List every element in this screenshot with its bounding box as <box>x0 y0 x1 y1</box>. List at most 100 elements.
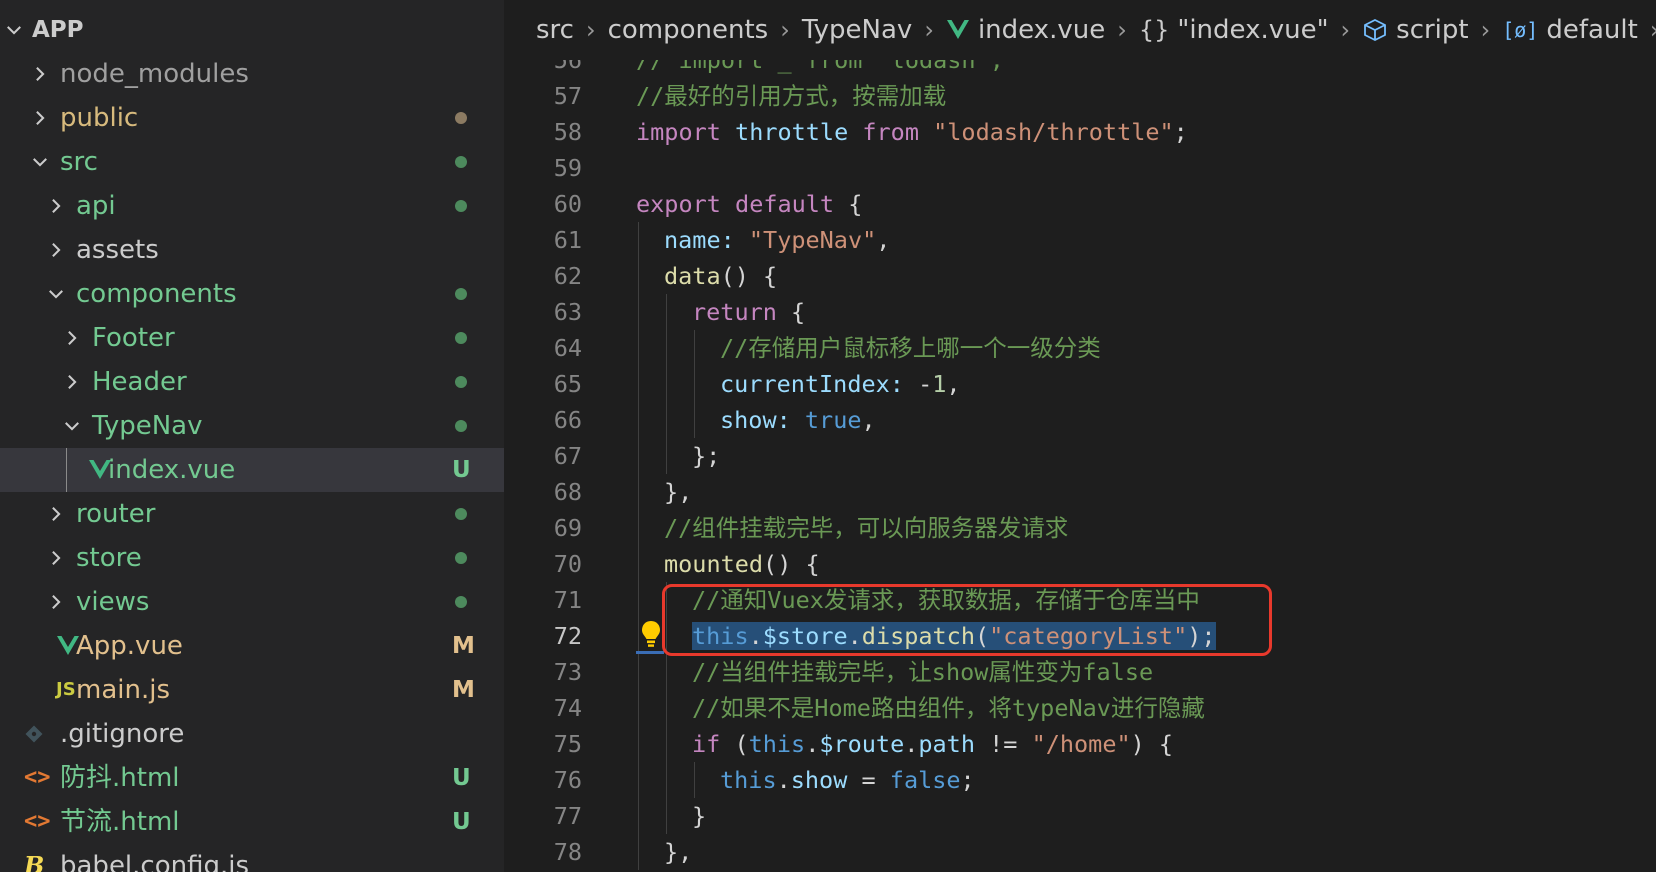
breadcrumb-item-index-vue[interactable]: index.vue <box>978 15 1105 45</box>
git-status-dot <box>455 508 467 520</box>
code-token: from <box>862 118 919 146</box>
explorer-item-header[interactable]: Header <box>0 360 504 404</box>
code-line[interactable]: 70 mounted() { <box>504 546 1656 582</box>
explorer-item-html[interactable]: <> 防抖.html U <box>0 756 504 800</box>
code-line[interactable]: 59 <box>504 150 1656 186</box>
code-editor[interactable]: src › components › TypeNav › index.vue ›{} "inde… <box>504 0 1656 872</box>
red-highlight-box <box>662 584 1272 656</box>
code-line[interactable]: 64 //存储用户鼠标移上哪一个一级分类 <box>504 330 1656 366</box>
explorer-item-router[interactable]: router <box>0 492 504 536</box>
explorer-sidebar: APP node_modulespublic src api assets compon… <box>0 0 504 872</box>
code-line[interactable]: 74 //如果不是Home路由组件，将typeNav进行隐藏 <box>504 690 1656 726</box>
indent-guide <box>638 474 639 510</box>
explorer-item-gitignore[interactable]: .gitignore <box>0 712 504 756</box>
explorer-item-label: index.vue <box>108 455 236 485</box>
code-line[interactable]: 57 //最好的引用方式，按需加载 <box>504 78 1656 114</box>
code-text: export default { <box>636 186 862 222</box>
explorer-item-label: 防抖.html <box>60 763 180 793</box>
line-number: 60 <box>553 190 582 218</box>
code-text: }, <box>664 834 692 870</box>
chevron-right-icon <box>44 184 68 228</box>
code-line[interactable]: 60 export default { <box>504 186 1656 222</box>
code-line[interactable]: 62 data() { <box>504 258 1656 294</box>
chevron-right-icon <box>60 360 84 404</box>
explorer-item-label: components <box>76 279 237 309</box>
code-token: () { <box>720 262 778 290</box>
code-token: "/home" <box>1031 730 1131 758</box>
code-text: import throttle from "lodash/throttle"; <box>636 114 1188 150</box>
code-text: show: true, <box>720 402 876 438</box>
indent-guide <box>666 294 667 330</box>
explorer-item-store[interactable]: store <box>0 536 504 580</box>
indent-guide <box>638 546 639 582</box>
explorer-item-assets[interactable]: assets <box>0 228 504 272</box>
line-number: 76 <box>553 766 582 794</box>
code-token: //如果不是Home路由组件，将typeNav进行隐藏 <box>692 694 1205 722</box>
breadcrumb-item-default[interactable]: default <box>1546 15 1637 45</box>
code-line[interactable]: 58 import throttle from "lodash/throttle"… <box>504 114 1656 150</box>
breadcrumb-item-index-vue[interactable]: "index.vue" <box>1177 15 1328 45</box>
code-token: }; <box>692 442 721 470</box>
explorer-item-views[interactable]: views <box>0 580 504 624</box>
code-line[interactable]: 69 //组件挂载完毕，可以向服务器发请求 <box>504 510 1656 546</box>
line-number: 58 <box>553 118 582 146</box>
module-icon <box>1362 17 1388 43</box>
explorer-item-public[interactable]: public <box>0 96 504 140</box>
indent-guide <box>638 834 639 870</box>
explorer-item-src[interactable]: src <box>0 140 504 184</box>
code-line[interactable]: 63 return { <box>504 294 1656 330</box>
lightbulb-icon[interactable] <box>640 619 662 649</box>
code-text: }; <box>692 438 720 474</box>
line-number: 65 <box>553 370 582 398</box>
vue-icon <box>946 19 970 41</box>
indent-guide <box>666 330 667 366</box>
explorer-item-html[interactable]: <> 节流.html U <box>0 800 504 844</box>
breadcrumb-item-script[interactable]: script <box>1396 15 1468 45</box>
code-line[interactable]: 77} <box>504 798 1656 834</box>
breadcrumb-item-typenav[interactable]: TypeNav <box>802 15 913 45</box>
code-line[interactable]: 75 if (this.$route.path != "/home") { <box>504 726 1656 762</box>
chevron-right-icon: › <box>1117 16 1127 44</box>
code-line[interactable]: 68}, <box>504 474 1656 510</box>
code-text: } <box>692 798 706 834</box>
explorer-item-components[interactable]: components <box>0 272 504 316</box>
breadcrumb-item-components[interactable]: components <box>608 15 769 45</box>
code-text: //当组件挂载完毕，让show属性变为false <box>692 654 1153 690</box>
code-token: { <box>834 190 863 218</box>
breadcrumb-item-src[interactable]: src <box>536 15 574 45</box>
code-line[interactable]: 65 currentIndex: -1, <box>504 366 1656 402</box>
line-number: 68 <box>553 478 582 506</box>
code-line[interactable]: 73 //当组件挂载完毕，让show属性变为false <box>504 654 1656 690</box>
chevron-right-icon: › <box>780 16 790 44</box>
line-number: 64 <box>553 334 582 362</box>
code-line[interactable]: 78}, <box>504 834 1656 870</box>
html-file-icon: <> <box>24 765 51 790</box>
code-line[interactable]: 67}; <box>504 438 1656 474</box>
explorer-item-footer[interactable]: Footer <box>0 316 504 360</box>
explorer-item-typenav[interactable]: TypeNav <box>0 404 504 448</box>
explorer-item-node-modules[interactable]: node_modules <box>0 52 504 96</box>
git-status-badge: U <box>452 457 471 483</box>
explorer-item-index-vue[interactable]: index.vue U <box>0 448 504 492</box>
line-number: 67 <box>553 442 582 470</box>
explorer-item-app-vue[interactable]: App.vue M <box>0 624 504 668</box>
code-token: //组件挂载完毕，可以向服务器发请求 <box>664 514 1069 542</box>
code-line[interactable]: 66 show: true, <box>504 402 1656 438</box>
git-status-dot <box>455 332 467 344</box>
explorer-root-app[interactable]: APP <box>0 8 504 52</box>
code-text: //组件挂载完毕，可以向服务器发请求 <box>664 510 1068 546</box>
indent-guide <box>638 798 639 834</box>
explorer-item-main-js[interactable]: JS main.js M <box>0 668 504 712</box>
code-line[interactable]: 61 name: "TypeNav", <box>504 222 1656 258</box>
explorer-item-label: 节流.html <box>60 807 180 837</box>
explorer-item-api[interactable]: api <box>0 184 504 228</box>
code-line[interactable]: 76 this.show = false; <box>504 762 1656 798</box>
code-token: . <box>776 766 791 794</box>
code-token: . <box>805 730 820 758</box>
git-status-dot <box>455 376 467 388</box>
code-token: return <box>692 298 777 326</box>
explorer-item-babel-config-js[interactable]: Bbabel.config.js <box>0 844 504 872</box>
explorer-item-label: node_modules <box>60 59 249 89</box>
